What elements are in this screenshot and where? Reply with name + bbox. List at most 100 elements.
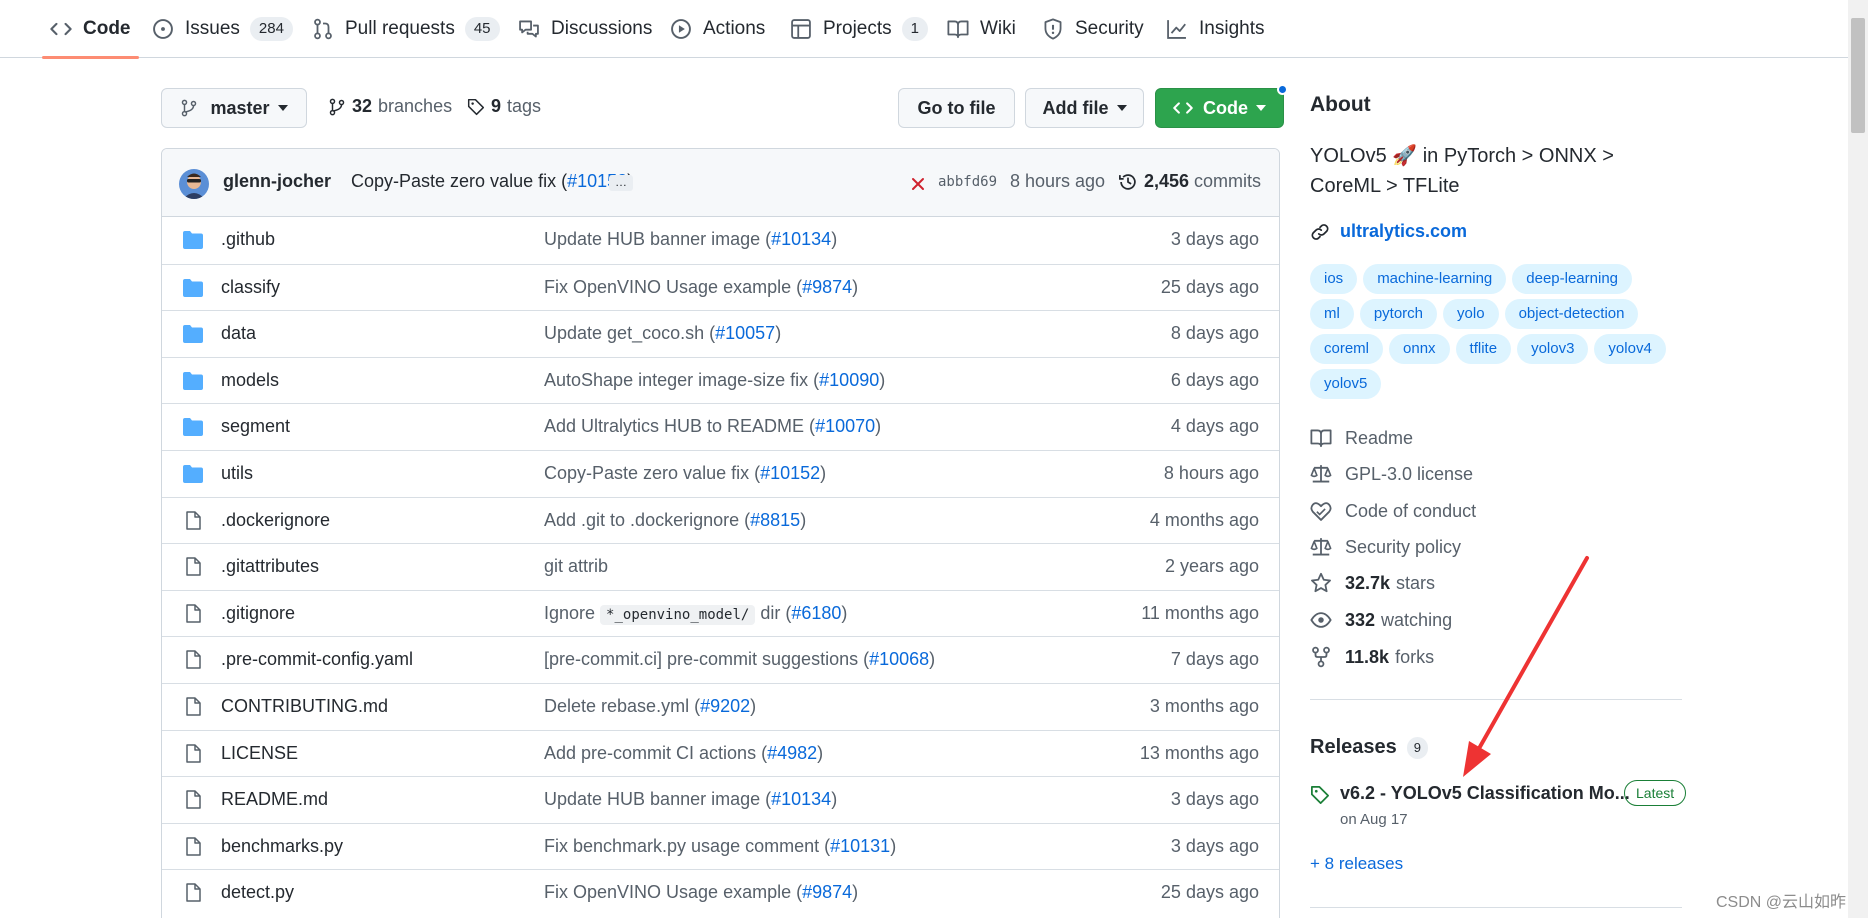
tab-actions[interactable]: Actions xyxy=(670,0,765,58)
commit-msg-text[interactable]: Add pre-commit CI actions ( xyxy=(544,743,767,763)
branches-link[interactable]: 32 branches xyxy=(328,96,452,117)
tags-link[interactable]: 9 tags xyxy=(467,96,541,117)
website-link[interactable]: ultralytics.com xyxy=(1310,221,1467,242)
topic-tag[interactable]: onnx xyxy=(1389,334,1450,364)
topic-tag[interactable]: tflite xyxy=(1455,334,1512,364)
commit-msg-text[interactable]: Add .git to .dockerignore ( xyxy=(544,510,750,530)
file-row[interactable]: .gitattributes git attrib 2 years ago xyxy=(162,543,1279,589)
tab-issues[interactable]: Issues 284 xyxy=(152,0,293,58)
tab-pull-requests[interactable]: Pull requests 45 xyxy=(312,0,500,58)
status-failure-icon[interactable] xyxy=(911,177,925,191)
releases-heading[interactable]: Releases 9 xyxy=(1310,736,1428,759)
branch-select-button[interactable]: master xyxy=(161,88,307,128)
commit-msg-text[interactable]: Update HUB banner image ( xyxy=(544,789,771,809)
pr-link[interactable]: #10134 xyxy=(771,229,831,249)
tab-code[interactable]: Code xyxy=(42,0,138,59)
file-row[interactable]: classify Fix OpenVINO Usage example (#987… xyxy=(162,263,1279,310)
file-name[interactable]: LICENSE xyxy=(221,743,298,764)
scrollbar-thumb[interactable] xyxy=(1851,18,1865,133)
file-row[interactable]: .github Update HUB banner image (#10134) 3… xyxy=(162,217,1279,263)
file-name[interactable]: .gitattributes xyxy=(221,556,319,577)
pr-link[interactable]: #10068 xyxy=(869,649,929,669)
file-name[interactable]: segment xyxy=(221,416,290,437)
file-name[interactable]: data xyxy=(221,323,256,344)
security-policy-link[interactable]: Security policy xyxy=(1310,536,1461,558)
commit-sha[interactable]: abbfd69 xyxy=(938,174,997,190)
file-name[interactable]: .github xyxy=(221,229,275,250)
pr-link[interactable]: #9874 xyxy=(802,277,852,297)
tab-security[interactable]: Security xyxy=(1042,0,1144,58)
commit-msg-text[interactable]: Fix OpenVINO Usage example ( xyxy=(544,882,802,902)
commit-msg-text[interactable]: AutoShape integer image-size fix ( xyxy=(544,370,819,390)
file-row[interactable]: README.md Update HUB banner image (#10134… xyxy=(162,776,1279,822)
file-name[interactable]: .pre-commit-config.yaml xyxy=(221,649,413,670)
topic-tag[interactable]: deep-learning xyxy=(1512,264,1633,294)
pr-link[interactable]: #9202 xyxy=(700,696,750,716)
go-to-file-button[interactable]: Go to file xyxy=(898,88,1015,128)
code-of-conduct-link[interactable]: Code of conduct xyxy=(1310,500,1476,522)
commit-message-text[interactable]: Copy-Paste zero value fix ( xyxy=(351,171,567,191)
tab-wiki[interactable]: Wiki xyxy=(947,0,1016,58)
commit-msg-text[interactable]: Fix OpenVINO Usage example ( xyxy=(544,277,802,297)
topic-tag[interactable]: yolov3 xyxy=(1517,334,1589,364)
topic-tag[interactable]: coreml xyxy=(1310,334,1384,364)
file-row[interactable]: utils Copy-Paste zero value fix (#10152) 8… xyxy=(162,450,1279,496)
file-row[interactable]: models AutoShape integer image-size fix (… xyxy=(162,356,1279,403)
readme-link[interactable]: Readme xyxy=(1310,427,1413,449)
more-releases-link[interactable]: + 8 releases xyxy=(1310,854,1403,874)
pr-link[interactable]: #9874 xyxy=(802,882,852,902)
forks-link[interactable]: 11.8k forks xyxy=(1310,646,1434,668)
watchers-link[interactable]: 332 watching xyxy=(1310,609,1452,631)
file-name[interactable]: benchmarks.py xyxy=(221,836,343,857)
topic-tag[interactable]: pytorch xyxy=(1359,299,1438,329)
commit-msg-text[interactable]: Copy-Paste zero value fix ( xyxy=(544,463,760,483)
commit-msg-text[interactable]: Update HUB banner image ( xyxy=(544,229,771,249)
add-file-button[interactable]: Add file xyxy=(1025,88,1144,128)
tab-discussions[interactable]: Discussions xyxy=(518,0,652,58)
file-row[interactable]: LICENSE Add pre-commit CI actions (#4982)… xyxy=(162,729,1279,776)
file-row[interactable]: segment Add Ultralytics HUB to README (#1… xyxy=(162,403,1279,449)
vertical-scrollbar[interactable] xyxy=(1848,0,1868,918)
file-row[interactable]: benchmarks.py Fix benchmark.py usage comm… xyxy=(162,822,1279,869)
topic-tag[interactable]: machine-learning xyxy=(1363,264,1507,294)
topic-tag[interactable]: ios xyxy=(1310,264,1358,294)
commit-msg-text[interactable]: dir ( xyxy=(755,603,791,623)
commit-msg-text[interactable]: Add Ultralytics HUB to README ( xyxy=(544,416,815,436)
commit-msg-text[interactable]: [pre-commit.ci] pre-commit suggestions ( xyxy=(544,649,869,669)
file-row[interactable]: .dockerignore Add .git to .dockerignore (… xyxy=(162,496,1279,543)
commit-msg-text[interactable]: Fix benchmark.py usage comment ( xyxy=(544,836,830,856)
topic-tag[interactable]: yolo xyxy=(1443,299,1499,329)
file-name[interactable]: utils xyxy=(221,463,253,484)
code-dropdown-button[interactable]: Code xyxy=(1155,84,1288,128)
topic-tag[interactable]: yolov5 xyxy=(1310,369,1382,399)
expand-commit-button[interactable]: … xyxy=(609,175,633,191)
tab-projects[interactable]: Projects 1 xyxy=(790,0,928,58)
pr-link[interactable]: #10152 xyxy=(760,463,820,483)
file-name[interactable]: .dockerignore xyxy=(221,510,330,531)
commit-msg-text[interactable]: Update get_coco.sh ( xyxy=(544,323,715,343)
commit-author[interactable]: glenn-jocher xyxy=(223,171,331,192)
pr-link[interactable]: #10134 xyxy=(771,789,831,809)
tab-insights[interactable]: Insights xyxy=(1166,0,1264,58)
file-name[interactable]: README.md xyxy=(221,789,328,810)
file-name[interactable]: CONTRIBUTING.md xyxy=(221,696,388,717)
file-row[interactable]: CONTRIBUTING.md Delete rebase.yml (#9202)… xyxy=(162,683,1279,729)
file-name[interactable]: .gitignore xyxy=(221,603,295,624)
file-row[interactable]: .gitignore Ignore *_openvino_model/ dir (… xyxy=(162,589,1279,636)
file-row[interactable]: .pre-commit-config.yaml [pre-commit.ci] p… xyxy=(162,636,1279,682)
file-name[interactable]: models xyxy=(221,370,279,391)
stars-link[interactable]: 32.7k stars xyxy=(1310,572,1435,594)
pr-link[interactable]: #10131 xyxy=(830,836,890,856)
pr-link[interactable]: #10090 xyxy=(819,370,879,390)
commits-link[interactable]: 2,456 commits xyxy=(1118,171,1261,192)
file-row[interactable]: detect.py Fix OpenVINO Usage example (#98… xyxy=(162,869,1279,915)
file-row[interactable]: data Update get_coco.sh (#10057) 8 days ag… xyxy=(162,310,1279,356)
file-name[interactable]: detect.py xyxy=(221,882,294,903)
license-link[interactable]: GPL-3.0 license xyxy=(1310,463,1473,485)
avatar[interactable] xyxy=(179,169,209,199)
commit-msg-text[interactable]: git attrib xyxy=(544,556,608,576)
topic-tag[interactable]: ml xyxy=(1310,299,1354,329)
pr-link[interactable]: #10057 xyxy=(715,323,775,343)
commit-msg-text[interactable]: Ignore xyxy=(544,603,600,623)
pr-link[interactable]: #6180 xyxy=(791,603,841,623)
